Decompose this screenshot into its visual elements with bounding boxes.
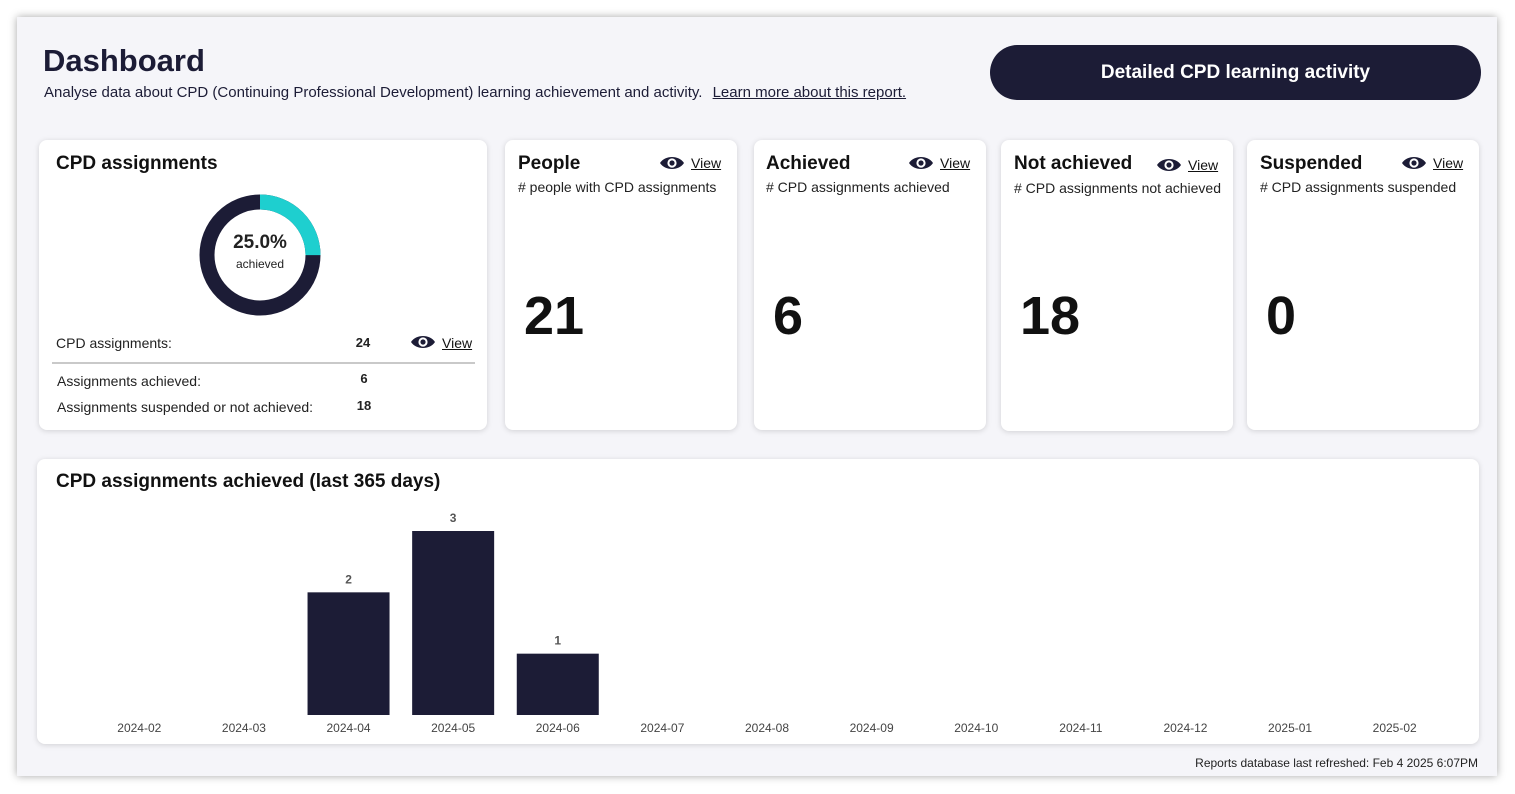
achieved-count: 6 bbox=[773, 286, 804, 346]
subtitle-text: Analyse data about CPD (Continuing Profe… bbox=[44, 84, 703, 101]
bar[interactable] bbox=[516, 653, 599, 715]
x-tick-label: 2025-02 bbox=[1373, 721, 1417, 735]
x-tick-label: 2024-06 bbox=[536, 721, 580, 735]
people-card-subtitle: # people with CPD assignments bbox=[518, 179, 717, 195]
dashboard-frame: Dashboard Analyse data about CPD (Contin… bbox=[17, 17, 1497, 776]
eye-icon[interactable] bbox=[410, 334, 436, 350]
achieved-bar-chart: 2024-02 2024-03 2024-04 2 2024-05 3 2024-06 1 20… bbox=[117, 511, 1417, 735]
bar-data-label: 1 bbox=[554, 634, 561, 648]
suspended-card-title: Suspended bbox=[1260, 153, 1363, 174]
eye-icon[interactable] bbox=[659, 155, 685, 171]
x-tick-label: 2024-12 bbox=[1163, 721, 1207, 735]
x-tick-label: 2024-09 bbox=[850, 721, 894, 735]
cpd-total-label: CPD assignments: bbox=[56, 335, 172, 351]
eye-icon[interactable] bbox=[1401, 155, 1427, 171]
x-tick-label: 2024-04 bbox=[327, 721, 371, 735]
not-achieved-count: 18 bbox=[1020, 286, 1081, 346]
not-achieved-view-link[interactable]: View bbox=[1188, 157, 1218, 173]
not-achieved-card-title: Not achieved bbox=[1014, 153, 1133, 174]
people-card: People View # people with CPD assignment… bbox=[505, 140, 737, 430]
cpd-view-link[interactable]: View bbox=[442, 335, 472, 351]
achieved-view-link[interactable]: View bbox=[940, 155, 970, 171]
bar[interactable] bbox=[412, 531, 495, 715]
page-subtitle: Analyse data about CPD (Continuing Profe… bbox=[44, 84, 906, 101]
x-tick-label: 2025-01 bbox=[1268, 721, 1312, 735]
people-count: 21 bbox=[524, 286, 585, 346]
last-refreshed: Reports database last refreshed: Feb 4 2… bbox=[1195, 756, 1478, 770]
eye-icon[interactable] bbox=[908, 155, 934, 171]
achieved-chart-card: CPD assignments achieved (last 365 days)… bbox=[37, 459, 1479, 744]
people-card-title: People bbox=[518, 153, 581, 174]
donut-label: achieved bbox=[235, 257, 285, 271]
bar-data-label: 2 bbox=[345, 572, 352, 586]
x-tick-label: 2024-10 bbox=[954, 721, 998, 735]
achieved-card: Achieved View # CPD assignments achieved… bbox=[754, 140, 986, 430]
people-view-link[interactable]: View bbox=[691, 155, 721, 171]
suspended-count: 0 bbox=[1266, 286, 1297, 346]
assignments-achieved-value: 6 bbox=[360, 371, 368, 386]
bar[interactable] bbox=[307, 592, 390, 715]
cpd-assignments-card: CPD assignments 25.0% achieved CPD assig… bbox=[39, 140, 487, 430]
cpd-total-value: 24 bbox=[355, 335, 371, 350]
suspended-card-subtitle: # CPD assignments suspended bbox=[1260, 179, 1457, 195]
assignments-achieved-label: Assignments achieved: bbox=[57, 373, 201, 389]
x-tick-label: 2024-11 bbox=[1059, 721, 1102, 735]
achievement-donut bbox=[199, 194, 321, 316]
x-tick-label: 2024-03 bbox=[222, 721, 266, 735]
assignments-suspended-value: 18 bbox=[356, 398, 372, 413]
suspended-card: Suspended View # CPD assignments suspend… bbox=[1247, 140, 1479, 430]
x-tick-label: 2024-08 bbox=[745, 721, 789, 735]
donut-percent: 25.0% bbox=[233, 232, 287, 253]
assignments-suspended-label: Assignments suspended or not achieved: bbox=[57, 399, 314, 415]
cpd-card-title: CPD assignments bbox=[56, 153, 218, 174]
x-tick-label: 2024-05 bbox=[431, 721, 475, 735]
x-tick-label: 2024-07 bbox=[640, 721, 684, 735]
achieved-card-subtitle: # CPD assignments achieved bbox=[766, 179, 950, 195]
x-tick-label: 2024-02 bbox=[117, 721, 161, 735]
page-title: Dashboard bbox=[43, 43, 205, 78]
bar-data-label: 3 bbox=[450, 511, 457, 525]
achieved-card-title: Achieved bbox=[766, 153, 851, 174]
learn-more-link[interactable]: Learn more about this report. bbox=[713, 84, 906, 101]
eye-icon[interactable] bbox=[1156, 157, 1182, 173]
not-achieved-card-subtitle: # CPD assignments not achieved bbox=[1014, 180, 1221, 196]
suspended-view-link[interactable]: View bbox=[1433, 155, 1463, 171]
cpd-divider bbox=[52, 362, 475, 364]
not-achieved-card: Not achieved View # CPD assignments not … bbox=[1001, 140, 1233, 431]
detailed-activity-button[interactable]: Detailed CPD learning activity bbox=[990, 45, 1481, 100]
